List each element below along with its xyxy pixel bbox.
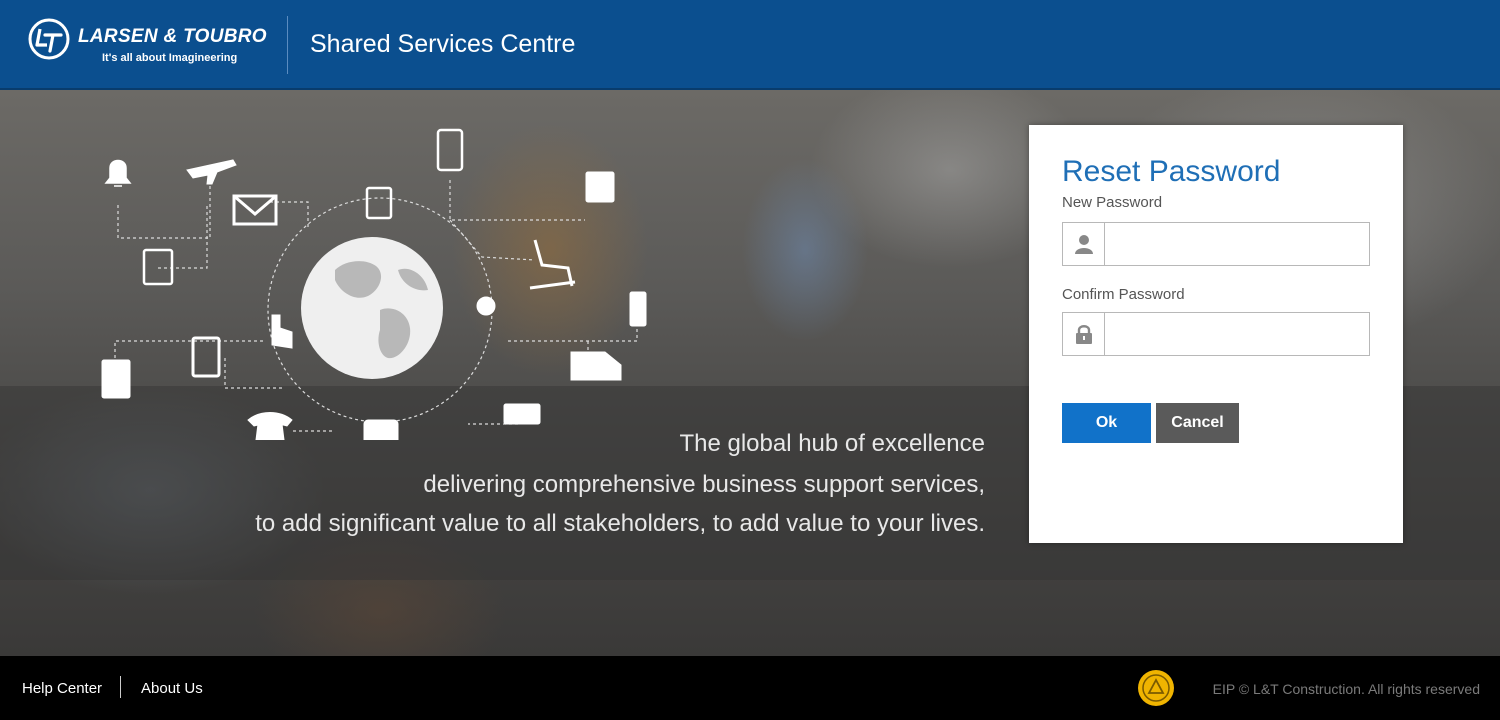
- ambulance-icon: [570, 351, 622, 381]
- new-password-label: New Password: [1062, 194, 1163, 211]
- header-bar: LARSEN & TOUBRO It's all about Imagineer…: [0, 0, 1500, 90]
- panel-title: Reset Password: [1062, 155, 1281, 188]
- user-settings-icon: [476, 296, 496, 316]
- services-graphic: [101, 128, 647, 440]
- clipboard-check-icon: [142, 248, 174, 286]
- app-title: Shared Services Centre: [310, 30, 576, 58]
- invoice-dollar-icon: [101, 359, 131, 399]
- lt-logo-icon: [28, 18, 70, 60]
- reset-password-panel: Reset Password New Password Confirm Pass…: [1029, 125, 1403, 543]
- footer-divider: [120, 676, 121, 698]
- recliner-icon: [529, 239, 576, 290]
- lock-icon: [1063, 313, 1105, 355]
- cancel-button[interactable]: Cancel: [1156, 403, 1239, 443]
- ok-button[interactable]: Ok: [1062, 403, 1151, 443]
- airplane-icon: [186, 159, 237, 185]
- about-us-link[interactable]: About Us: [141, 680, 203, 697]
- copyright-text: EIP © L&T Construction. All rights reser…: [1212, 681, 1480, 697]
- mobile-phone-icon: [436, 128, 464, 172]
- telephone-icon: [247, 412, 293, 440]
- usb-drive-icon: [629, 291, 647, 327]
- header-divider: [287, 16, 288, 74]
- brand-tagline: It's all about Imagineering: [102, 52, 238, 64]
- confirm-password-label: Confirm Password: [1062, 286, 1185, 303]
- user-icon: [1063, 223, 1105, 265]
- brand-name: LARSEN & TOUBRO: [78, 26, 267, 47]
- confirm-password-field: [1062, 312, 1370, 356]
- touch-hand-icon: [271, 314, 293, 349]
- globe-icon: [301, 237, 443, 379]
- bell-icon: [104, 159, 132, 187]
- pdf-download-icon: [585, 171, 615, 203]
- printer-icon: [503, 403, 541, 425]
- fuel-pump-icon: [191, 336, 221, 378]
- hero-tagline-line-3: to add significant value to all stakehol…: [255, 510, 985, 537]
- hero-tagline-line-1: The global hub of excellence: [679, 430, 985, 457]
- new-password-field: [1062, 222, 1370, 266]
- footer-bar: Help Center About Us EIP © L&T Construct…: [0, 656, 1500, 720]
- document-edit-icon: [365, 186, 393, 220]
- envelope-icon: [232, 194, 278, 226]
- lt-logo[interactable]: LARSEN & TOUBRO It's all about Imagineer…: [28, 18, 278, 70]
- help-center-link[interactable]: Help Center: [22, 680, 102, 697]
- wallet-icon: [363, 419, 399, 440]
- hero-tagline-line-2: delivering comprehensive business suppor…: [423, 471, 985, 498]
- new-password-input[interactable]: [1106, 223, 1369, 265]
- confirm-password-input[interactable]: [1106, 313, 1369, 355]
- eip-seal-icon: [1138, 670, 1174, 706]
